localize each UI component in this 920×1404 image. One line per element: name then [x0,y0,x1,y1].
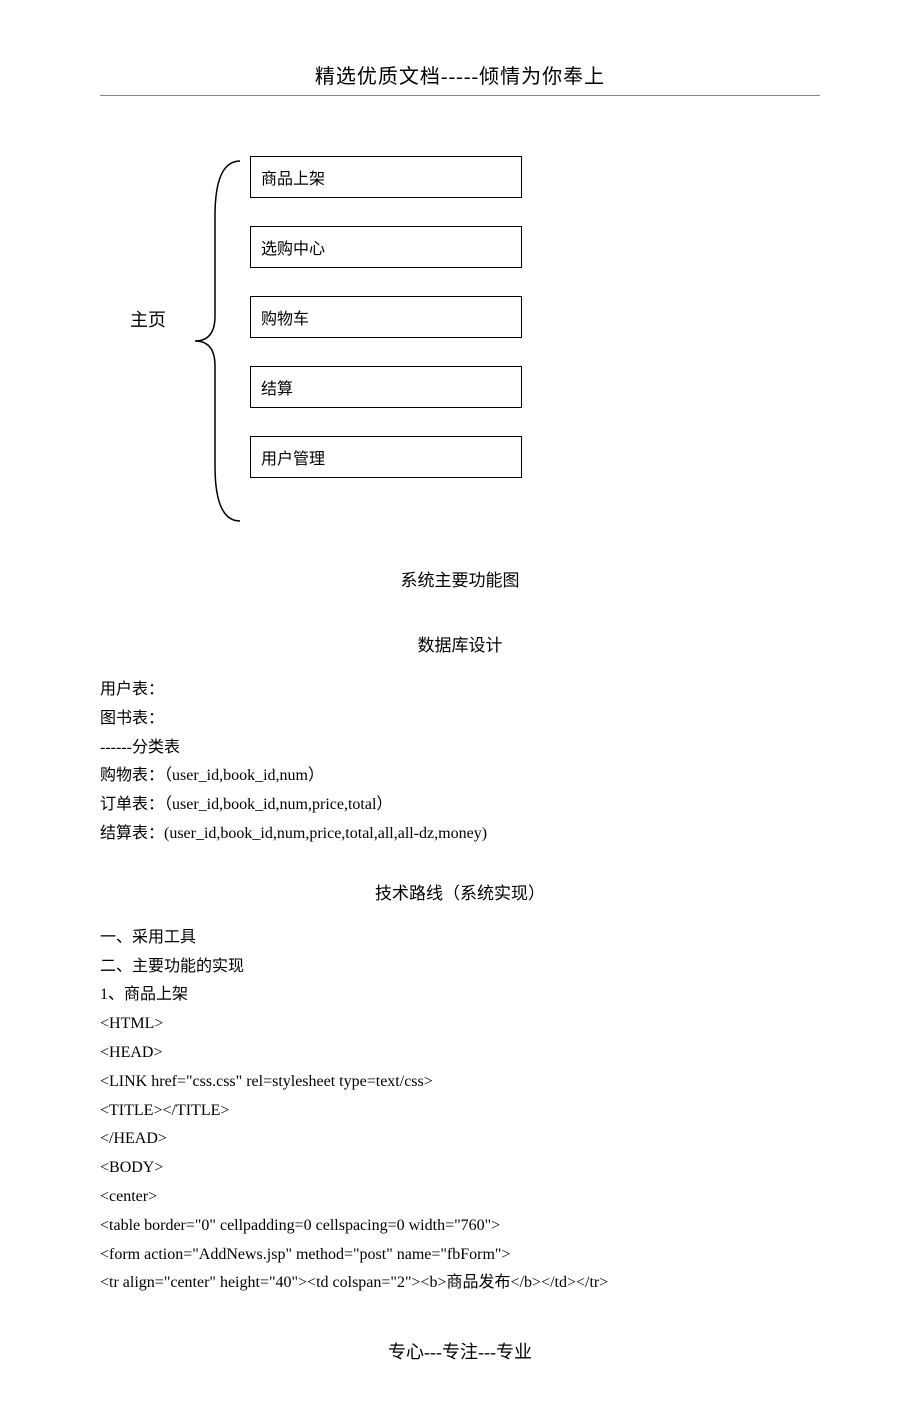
db-line: ------分类表 [100,734,820,763]
tech-line: <HTML> [100,1010,820,1039]
tech-section-body: 一、采用工具 二、主要功能的实现 1、商品上架 <HTML> <HEAD> <L… [100,924,820,1298]
diagram-box-label: 选购中心 [261,241,325,258]
page-header-title: 精选优质文档-----倾情为你奉上 [100,60,820,96]
tech-line: 二、主要功能的实现 [100,953,820,982]
diagram-box: 选购中心 [250,226,522,268]
tech-line: <HEAD> [100,1039,820,1068]
diagram-box: 结算 [250,366,522,408]
diagram-root-label: 主页 [130,306,166,332]
diagram-box-label: 用户管理 [261,451,325,468]
diagram-box-label: 结算 [261,381,293,398]
db-line: 用户表： [100,676,820,705]
tech-line: <form action="AddNews.jsp" method="post"… [100,1241,820,1270]
tech-line: <tr align="center" height="40"><td colsp… [100,1269,820,1298]
diagram-box-label: 商品上架 [261,171,325,188]
tech-section-title: 技术路线（系统实现） [100,879,820,904]
diagram-boxes: 商品上架 选购中心 购物车 结算 用户管理 [250,156,522,506]
db-line: 结算表：(user_id,book_id,num,price,total,all… [100,820,820,849]
page-footer-text: 专心---专注---专业 [100,1338,820,1364]
diagram-box: 用户管理 [250,436,522,478]
tech-line: 1、商品上架 [100,981,820,1010]
diagram-caption: 系统主要功能图 [100,566,820,591]
db-line: 图书表： [100,705,820,734]
tech-line: 一、采用工具 [100,924,820,953]
tech-line: <center> [100,1183,820,1212]
tech-line: <TITLE></TITLE> [100,1097,820,1126]
db-section-title: 数据库设计 [100,631,820,656]
document-page: 精选优质文档-----倾情为你奉上 主页 商品上架 选购中心 购物车 结算 用户… [0,0,920,1404]
db-section-body: 用户表： 图书表： ------分类表 购物表：（user_id,book_id… [100,676,820,849]
diagram-box: 商品上架 [250,156,522,198]
system-diagram: 主页 商品上架 选购中心 购物车 结算 用户管理 [100,156,820,536]
tech-line: </HEAD> [100,1125,820,1154]
db-line: 订单表：（user_id,book_id,num,price,total） [100,791,820,820]
brace-icon [190,156,250,526]
tech-line: <LINK href="css.css" rel=stylesheet type… [100,1068,820,1097]
db-line: 购物表：（user_id,book_id,num） [100,762,820,791]
tech-line: <BODY> [100,1154,820,1183]
tech-line: <table border="0" cellpadding=0 cellspac… [100,1212,820,1241]
diagram-box-label: 购物车 [261,311,309,328]
diagram-box: 购物车 [250,296,522,338]
